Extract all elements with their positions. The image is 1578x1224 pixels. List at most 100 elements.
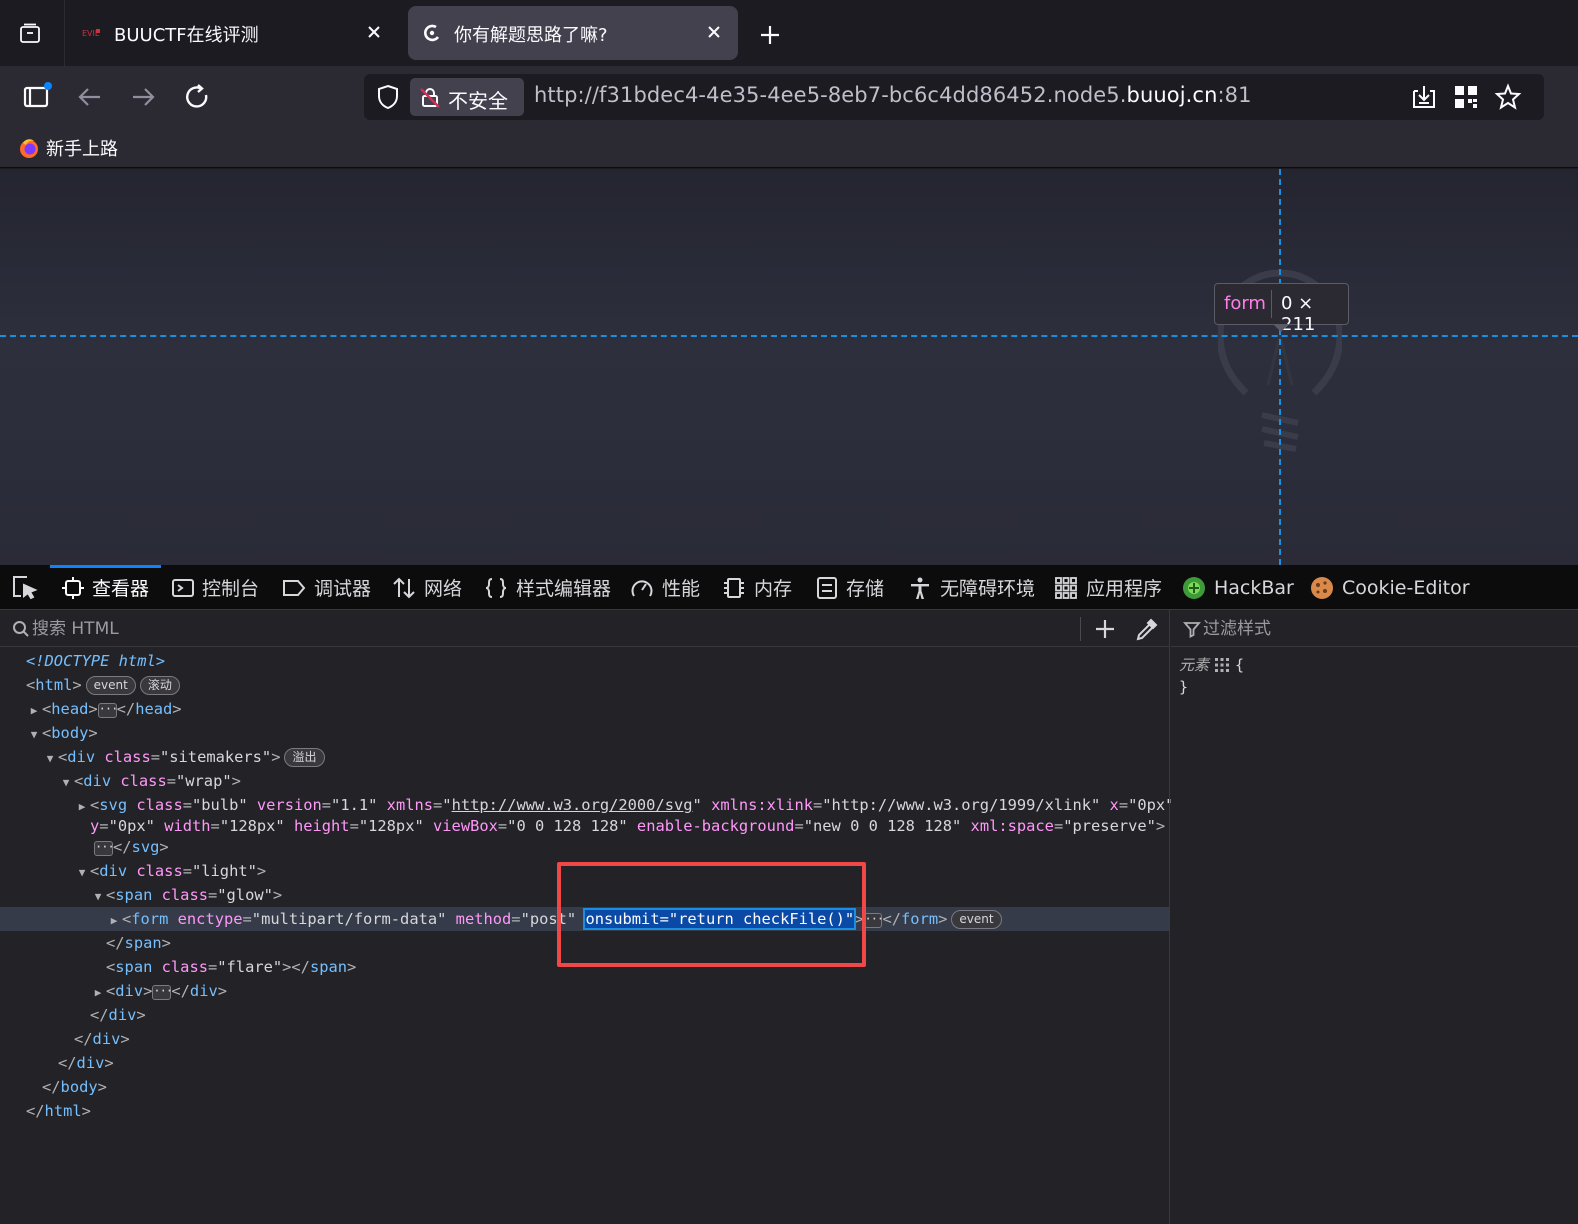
connection-insecure-badge[interactable]: 不安全 <box>410 78 524 116</box>
eyedropper-icon[interactable] <box>1134 616 1160 642</box>
devtools-tab-storage[interactable]: 存储 <box>816 565 884 610</box>
devtools-tab-network[interactable]: 网络 <box>392 565 462 610</box>
reload-icon <box>186 84 208 108</box>
markup-node-html[interactable]: <html> event 滚动 <box>0 673 1170 697</box>
devtools-tab-debugger[interactable]: 调试器 <box>282 565 371 610</box>
collapsed-ellipsis[interactable]: ··· <box>152 985 173 1000</box>
event-badge[interactable]: event <box>951 910 1002 929</box>
sidebar-button[interactable] <box>20 79 56 115</box>
collapsed-ellipsis[interactable]: ··· <box>94 841 115 856</box>
markup-node-div-light-close[interactable]: </div> <box>0 1003 1170 1027</box>
devtools-tab-hackbar[interactable]: HackBar <box>1182 565 1294 610</box>
collapse-arrow-icon[interactable]: ▼ <box>42 747 58 771</box>
bookmarks-toolbar: 新手上路 <box>0 128 1578 168</box>
braces-icon <box>485 577 507 598</box>
url-text[interactable]: http://f31bdec4-4e35-4ee5-8eb7-bc6c4dd86… <box>534 83 1252 107</box>
markup-node-span-glow-close[interactable]: </span> <box>0 931 1170 955</box>
devtools-tab-performance[interactable]: 性能 <box>630 565 700 610</box>
element-rule-grid-icon[interactable] <box>1215 658 1230 672</box>
tab-active[interactable]: 你有解题思路了嘛? <box>408 6 738 60</box>
scroll-badge[interactable]: 滚动 <box>139 676 180 695</box>
markup-node-form[interactable]: ▶ <form enctype="multipart/form-data" met… <box>0 907 1170 931</box>
reload-button[interactable] <box>179 79 215 115</box>
html-search-input[interactable] <box>32 614 1062 644</box>
collapsed-ellipsis[interactable]: ··· <box>97 703 118 718</box>
markup-node-span-glow[interactable]: ▼ <span class="glow"> <box>0 883 1170 907</box>
forward-button[interactable] <box>125 79 161 115</box>
page-viewport: form 0 × 211 <box>0 169 1578 565</box>
expand-arrow-icon[interactable]: ▶ <box>90 981 106 1005</box>
tab-strip: EVIL BUUCTF在线评测 你有解题思路了嘛? <box>0 0 1578 66</box>
highlighter-infobar: form 0 × 211 <box>1214 283 1349 335</box>
close-tab-icon[interactable] <box>362 20 386 44</box>
new-tab-button[interactable] <box>754 19 786 51</box>
devtools-tab-cookie-editor[interactable]: Cookie-Editor <box>1310 565 1470 610</box>
devtools-tab-inspector[interactable]: 查看器 <box>49 565 162 610</box>
insecure-label: 不安全 <box>448 89 508 113</box>
add-node-icon[interactable] <box>1092 616 1118 642</box>
url-bar[interactable]: 不安全 http://f31bdec4-4e35-4ee5-8eb7-bc6c4… <box>364 74 1544 120</box>
expand-arrow-icon[interactable]: ▶ <box>106 909 122 933</box>
tab-label: 调试器 <box>314 578 372 600</box>
markup-node-doctype[interactable]: <!DOCTYPE html> <box>0 649 1170 673</box>
markup-node-html-close[interactable]: </html> <box>0 1099 1170 1123</box>
highlighter-guide-vertical <box>1279 169 1281 565</box>
event-badge[interactable]: event <box>85 676 136 695</box>
markup-node-div-sitemakers[interactable]: ▼ <div class="sitemakers"> 溢出 <box>0 745 1170 769</box>
insecure-lock-icon <box>420 88 440 108</box>
markup-node-head[interactable]: ▶ <head>···</head> <box>0 697 1170 721</box>
bookmark-star-icon[interactable] <box>1494 83 1522 111</box>
markup-node-div-sitemakers-close[interactable]: </div> <box>0 1051 1170 1075</box>
markup-node-div-wrap-close[interactable]: </div> <box>0 1027 1170 1051</box>
url-domain: buuoj.cn <box>1126 83 1218 107</box>
element-picker-icon[interactable] <box>10 573 38 601</box>
devtools-tab-console[interactable]: 控制台 <box>172 565 259 610</box>
collapse-arrow-icon[interactable]: ▼ <box>58 771 74 795</box>
devtools-tab-memory[interactable]: 内存 <box>722 565 792 610</box>
markup-node-body[interactable]: ▼ <body> <box>0 721 1170 745</box>
tab-label: Cookie-Editor <box>1342 576 1470 599</box>
url-prefix: http://f31bdec4-4e35-4ee5-8eb7-bc6c4dd86… <box>534 83 1127 107</box>
collapsed-ellipsis[interactable]: ··· <box>863 913 884 928</box>
collapse-arrow-icon[interactable]: ▼ <box>90 885 106 909</box>
onsubmit-attribute[interactable]: onsubmit="return checkFile()" <box>583 908 857 930</box>
markup-node-div-wrap[interactable]: ▼ <div class="wrap"> <box>0 769 1170 793</box>
tab-list-button[interactable] <box>14 18 46 50</box>
expand-arrow-icon[interactable]: ▶ <box>26 699 42 723</box>
tab-list-icon <box>20 23 40 43</box>
inspector-icon <box>62 576 84 599</box>
tab-label: 存储 <box>846 578 885 600</box>
infobar-dimensions: 0 × 211 <box>1281 293 1316 335</box>
markup-node-body-close[interactable]: </body> <box>0 1075 1170 1099</box>
devtools-tab-style-editor[interactable]: 样式编辑器 <box>484 565 611 610</box>
tab-buuctf[interactable]: EVIL BUUCTF在线评测 <box>68 6 398 60</box>
devtools-tab-accessibility[interactable]: 无障碍环境 <box>908 565 1035 610</box>
devtools-panel: 查看器 控制台 调试器 网络 样式编辑器 性能 内存 存储 无障碍环境 应用程序… <box>0 565 1578 1224</box>
memory-chip-icon <box>724 577 744 598</box>
forward-arrow-icon <box>133 88 155 106</box>
bookmark-getting-started[interactable]: 新手上路 <box>18 135 118 161</box>
xmlns-link[interactable]: http://www.w3.org/2000/svg <box>452 796 693 814</box>
filter-styles-bar <box>1171 610 1578 647</box>
markup-node-div-light[interactable]: ▼ <div class="light"> <box>0 859 1170 883</box>
collapse-arrow-icon[interactable]: ▼ <box>26 723 42 747</box>
markup-node-span-flare[interactable]: <span class="flare"></span> <box>0 955 1170 979</box>
tab-label: 控制台 <box>202 578 260 600</box>
qr-code-icon[interactable] <box>1452 83 1480 111</box>
url-port: :81 <box>1217 83 1252 107</box>
markup-node-div[interactable]: ▶ <div>···</div> <box>0 979 1170 1003</box>
tracking-shield-icon[interactable] <box>374 83 402 111</box>
sidebar-icon <box>23 82 52 108</box>
collapse-arrow-icon[interactable]: ▼ <box>74 861 90 885</box>
filter-styles-input[interactable] <box>1203 614 1563 644</box>
download-icon[interactable] <box>1410 83 1438 111</box>
devtools-tab-application[interactable]: 应用程序 <box>1054 565 1162 610</box>
search-separator <box>1080 617 1081 641</box>
infobar-tag: form <box>1224 293 1266 314</box>
back-button[interactable] <box>72 79 108 115</box>
navigation-toolbar: 不安全 http://f31bdec4-4e35-4ee5-8eb7-bc6c4… <box>0 66 1578 128</box>
overflow-badge[interactable]: 溢出 <box>284 748 325 767</box>
markup-node-svg-bulb-close[interactable]: ···</svg> <box>0 835 1170 859</box>
close-tab-icon[interactable] <box>702 20 726 44</box>
rules-panel: 元素{ } <box>1171 610 1578 1224</box>
